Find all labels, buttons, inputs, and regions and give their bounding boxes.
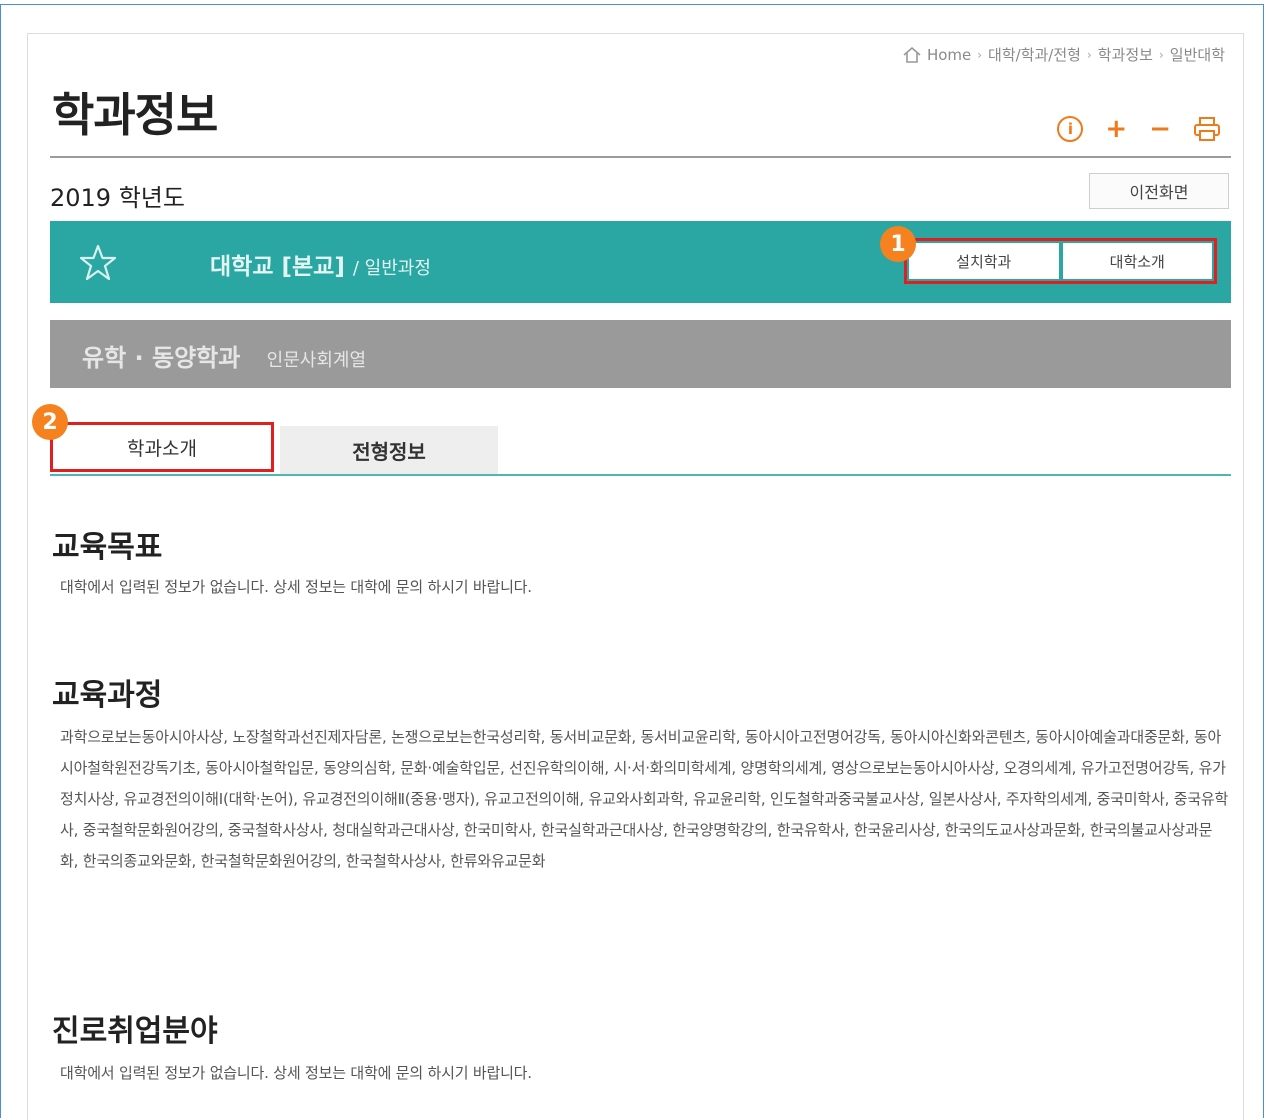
highlight-box-1: 설치학과 대학소개 xyxy=(904,238,1217,284)
page-title: 학과정보 xyxy=(52,88,218,142)
section-title-curriculum: 교육과정 xyxy=(52,678,163,713)
breadcrumb-separator: › xyxy=(1086,47,1092,62)
breadcrumb-home[interactable]: Home xyxy=(927,46,971,64)
academic-year: 2019 학년도 xyxy=(50,184,185,212)
breadcrumb: Home › 대학/학과/전형 › 학과정보 › 일반대학 xyxy=(903,44,1225,65)
back-button[interactable]: 이전화면 xyxy=(1089,173,1229,209)
home-icon[interactable] xyxy=(903,46,921,63)
major-field: 인문사회계열 xyxy=(266,350,367,371)
university-banner: 대학교 [본교] / 일반과정 설치학과 대학소개 xyxy=(50,221,1231,303)
section-title-career: 진로취업분야 xyxy=(52,1014,218,1049)
info-icon[interactable]: i xyxy=(1057,116,1084,142)
print-icon[interactable] xyxy=(1193,116,1221,142)
tab-department-intro[interactable]: 학과소개 xyxy=(50,422,274,472)
tab-underline xyxy=(50,474,1231,476)
step-badge-1: 1 xyxy=(880,226,916,262)
breadcrumb-separator: › xyxy=(977,47,983,62)
zoom-out-icon[interactable]: − xyxy=(1149,116,1171,142)
section-text-curriculum: 과학으로보는동아시아사상, 노장철학과선진제자담론, 논쟁으로보는한국성리학, … xyxy=(60,728,1229,870)
tab-admission[interactable]: 전형정보 xyxy=(280,426,498,474)
toolbar: i + − xyxy=(1057,116,1221,142)
breadcrumb-item[interactable]: 대학/학과/전형 xyxy=(988,44,1081,65)
major-name: 유학 · 동양학과 xyxy=(82,344,241,372)
departments-button[interactable]: 설치학과 xyxy=(909,243,1059,279)
university-name: 대학교 [본교] / 일반과정 xyxy=(210,247,431,281)
university-intro-button[interactable]: 대학소개 xyxy=(1062,243,1212,279)
zoom-in-icon[interactable]: + xyxy=(1105,116,1127,142)
star-icon[interactable] xyxy=(78,243,118,283)
course-type: / 일반과정 xyxy=(352,258,431,279)
section-text-career: 대학에서 입력된 정보가 없습니다. 상세 정보는 대학에 문의 하시기 바랍니… xyxy=(60,1064,532,1082)
breadcrumb-item[interactable]: 일반대학 xyxy=(1170,44,1225,65)
breadcrumb-item[interactable]: 학과정보 xyxy=(1098,44,1153,65)
major-title: 유학 · 동양학과 인문사회계열 xyxy=(82,338,366,373)
major-banner: 유학 · 동양학과 인문사회계열 xyxy=(50,320,1231,388)
title-divider xyxy=(50,156,1231,158)
main-panel: Home › 대학/학과/전형 › 학과정보 › 일반대학 학과정보 i + −… xyxy=(27,33,1244,1120)
university-title: 대학교 [본교] xyxy=(210,254,345,280)
tab-bar: 전형정보 학과소개 xyxy=(50,420,1231,476)
step-badge-2: 2 xyxy=(32,404,68,440)
section-title-goal: 교육목표 xyxy=(52,530,163,565)
breadcrumb-separator: › xyxy=(1158,47,1164,62)
section-text-goal: 대학에서 입력된 정보가 없습니다. 상세 정보는 대학에 문의 하시기 바랍니… xyxy=(60,578,532,596)
